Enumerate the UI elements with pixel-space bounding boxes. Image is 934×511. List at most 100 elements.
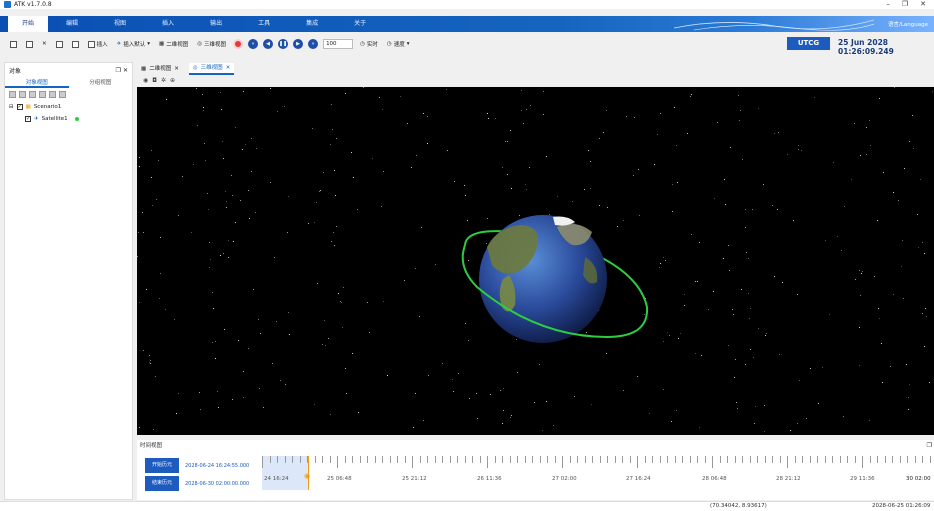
tick-mark xyxy=(509,456,511,463)
current-time: 25 Jun 2028 01:26:09.249 xyxy=(838,38,894,56)
tab-3d-view[interactable]: ◎ 三维视图 ✕ xyxy=(188,62,235,75)
marker-handle-icon[interactable]: ◉ xyxy=(304,472,310,480)
3d-viewport[interactable] xyxy=(137,87,934,435)
delete-button[interactable]: ✕ xyxy=(40,38,49,50)
close-icon[interactable]: ✕ xyxy=(920,0,926,8)
step-back-button[interactable]: ◀ xyxy=(263,39,274,49)
tick-mark xyxy=(457,456,458,463)
tick-mark xyxy=(622,456,623,463)
realtime-label: 实时 xyxy=(366,42,378,48)
tick-mark xyxy=(787,456,788,468)
paste-icon[interactable] xyxy=(49,91,56,98)
map-icon[interactable] xyxy=(29,91,36,98)
tree-item-scenario[interactable]: ⊟ ✓ ▦ Scenario1 xyxy=(5,101,132,113)
eye-icon[interactable]: ◉ xyxy=(143,77,148,84)
camera-icon[interactable]: ◘ xyxy=(152,77,157,84)
menu-start[interactable]: 开始 xyxy=(8,16,49,32)
time-system-button[interactable]: UTCG xyxy=(787,37,830,50)
tick-mark xyxy=(382,456,383,463)
float-icon[interactable]: ❐ xyxy=(927,442,932,449)
satellite-checkbox[interactable]: ✓ xyxy=(25,116,31,122)
tick-mark xyxy=(637,456,638,468)
language-button[interactable]: 语言/Language xyxy=(888,20,928,28)
timeline-ruler[interactable]: ◉ 24 16:24 25 06:48 25 21:12 26 11:36 27… xyxy=(262,456,934,490)
view-tools: ◉ ◘ ✲ ⊕ xyxy=(143,77,175,84)
float-icon[interactable]: ❐ xyxy=(116,67,121,74)
tab-object-view[interactable]: 对象视图 xyxy=(5,78,69,88)
view3d-button[interactable]: ◎ 三维视图 xyxy=(195,38,228,50)
tick-mark xyxy=(809,456,811,463)
status-dot xyxy=(74,117,79,121)
tick-mark xyxy=(577,456,578,463)
rewind-fast-button[interactable]: « xyxy=(248,39,259,49)
scenario-checkbox[interactable]: ✓ xyxy=(16,104,23,110)
window-title: ATK v1.7.0.8 xyxy=(14,1,52,8)
tick-mark xyxy=(547,456,548,463)
view2d-button[interactable]: ▦ 二维视图 xyxy=(157,38,190,50)
menu-output[interactable]: 输出 xyxy=(192,16,240,32)
menu-integration[interactable]: 集成 xyxy=(288,16,336,32)
globe-icon: ◎ xyxy=(192,65,198,71)
insert-default-button[interactable]: ✈ 插入默认 ▾ xyxy=(115,38,152,50)
fast-forward-button[interactable]: » xyxy=(308,39,319,49)
menu-tools[interactable]: 工具 xyxy=(240,16,288,32)
menu-insert[interactable]: 插入 xyxy=(144,16,192,32)
tick-mark xyxy=(367,456,368,463)
menu-about[interactable]: 关于 xyxy=(336,16,384,32)
tick-label: 26 11:36 xyxy=(477,476,502,482)
tick-mark xyxy=(412,456,413,468)
save-button[interactable] xyxy=(54,38,65,50)
tick-mark xyxy=(344,456,346,463)
clipboard-icon[interactable] xyxy=(59,91,66,98)
view2d-label: 二维视图 xyxy=(166,42,189,48)
tick-mark xyxy=(854,456,856,463)
tick-mark xyxy=(794,456,796,463)
end-epoch-value[interactable]: 2028-06-30 02:00:00.000 xyxy=(185,481,249,487)
start-epoch-value[interactable]: 2028-06-24 16:24:55.000 xyxy=(185,463,249,469)
tick-mark xyxy=(352,456,353,463)
tick-mark xyxy=(772,456,773,463)
open-button[interactable] xyxy=(24,38,35,50)
stop-button[interactable] xyxy=(233,39,244,49)
speed-input[interactable]: 100 xyxy=(323,39,354,49)
settings-icon[interactable]: ✲ xyxy=(161,77,166,84)
copy-icon[interactable] xyxy=(39,91,46,98)
rate-label: 速度 xyxy=(393,42,405,48)
tab-label: 二维视图 xyxy=(149,66,172,72)
menu-edit[interactable]: 编辑 xyxy=(48,16,96,32)
realtime-button[interactable]: ◷ 实时 xyxy=(358,38,380,50)
close-icon[interactable]: ✕ xyxy=(226,62,231,74)
minimize-icon[interactable]: – xyxy=(886,0,890,8)
new-button[interactable] xyxy=(8,38,19,50)
tick-mark xyxy=(472,456,473,463)
rate-button[interactable]: ◷ 速度 ▾ xyxy=(385,38,412,50)
globe-icon[interactable] xyxy=(19,91,26,98)
tick-mark xyxy=(389,456,391,463)
menu-bar: 开始 编辑 视图 插入 输出 工具 集成 关于 语言/Language xyxy=(0,16,934,32)
tick-mark xyxy=(922,456,923,463)
insert-button[interactable]: 插入 xyxy=(86,38,110,50)
globe-icon[interactable]: ⊕ xyxy=(170,77,175,84)
tab-group-view[interactable]: 分组视图 xyxy=(69,78,133,88)
satellite-icon: ✈ xyxy=(116,41,122,47)
tick-mark xyxy=(299,456,301,463)
expand-icon[interactable]: ⊟ xyxy=(9,104,14,110)
tree-item-satellite[interactable]: ✓ ✈ Satellite1 xyxy=(5,113,132,125)
save-icon xyxy=(55,40,63,48)
menu-view[interactable]: 视图 xyxy=(96,16,144,32)
tick-mark xyxy=(839,456,841,463)
play-button[interactable]: ▶ xyxy=(293,39,304,49)
tick-mark xyxy=(374,456,376,463)
properties-icon[interactable] xyxy=(9,91,16,98)
globe-scene xyxy=(461,215,649,343)
save-as-button[interactable] xyxy=(70,38,81,50)
close-icon[interactable]: ✕ xyxy=(123,67,128,74)
tick-mark xyxy=(277,456,278,463)
insert-icon xyxy=(87,40,95,48)
close-icon[interactable]: ✕ xyxy=(174,63,179,75)
tick-mark xyxy=(727,456,728,463)
pause-button[interactable]: ❚❚ xyxy=(278,39,289,49)
maximize-icon[interactable]: ❐ xyxy=(902,0,908,8)
tick-mark xyxy=(749,456,751,463)
tab-2d-view[interactable]: ▦ 二维视图 ✕ xyxy=(137,63,183,75)
